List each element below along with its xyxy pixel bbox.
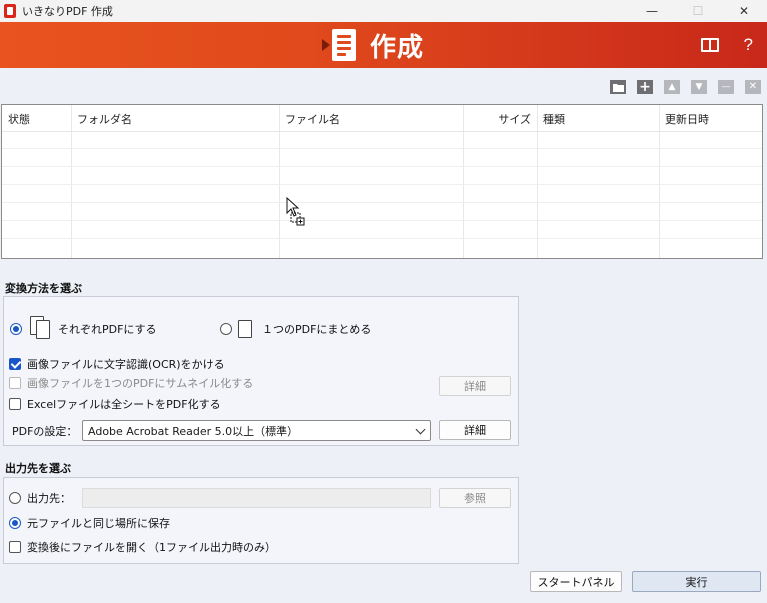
radio-same-location[interactable]: 元ファイルと同じ場所に保存	[9, 514, 170, 532]
header-banner: 作成 ?	[0, 22, 767, 68]
minimize-button[interactable]: —	[629, 0, 675, 22]
page-title: 作成	[370, 32, 425, 63]
column-type[interactable]: 種類	[537, 105, 659, 132]
maximize-button[interactable]: ☐	[675, 0, 721, 22]
execute-button[interactable]: 実行	[632, 571, 761, 592]
radio-each-pdf-label: それぞれPDFにする	[58, 323, 157, 336]
thumbnail-checkbox[interactable]	[9, 377, 21, 389]
radio-same-location-button[interactable]	[9, 517, 21, 529]
folder-icon[interactable]	[610, 80, 626, 94]
arrow-icon	[322, 39, 330, 51]
radio-output-dest-label: 出力先：	[27, 492, 71, 505]
move-down-icon[interactable]: ▼	[691, 80, 707, 94]
column-folder[interactable]: フォルダ名	[71, 105, 279, 132]
file-list[interactable]: 状態 フォルダ名 ファイル名 サイズ 種類 更新日時	[1, 104, 763, 259]
ocr-option[interactable]: 画像ファイルに文字認識(OCR)をかける	[9, 356, 225, 372]
pdf-settings-detail-button[interactable]: 詳細	[439, 420, 511, 440]
radio-combine-pdf-button[interactable]	[220, 323, 232, 335]
open-after-label: 変換後にファイルを開く（1ファイル出力時のみ）	[27, 541, 276, 554]
column-modified[interactable]: 更新日時	[659, 105, 762, 132]
excel-label: Excelファイルは全シートをPDF化する	[27, 398, 221, 411]
remove-icon[interactable]: —	[718, 80, 734, 94]
title-bar: いきなりPDF 作成 — ☐ ✕	[0, 0, 767, 22]
app-icon	[4, 4, 16, 18]
file-list-header: 状態 フォルダ名 ファイル名 サイズ 種類 更新日時	[2, 105, 762, 132]
open-after-checkbox[interactable]	[9, 541, 21, 553]
column-size[interactable]: サイズ	[463, 105, 537, 132]
start-panel-button[interactable]: スタートパネル	[530, 571, 622, 592]
column-status[interactable]: 状態	[2, 105, 71, 132]
chevron-down-icon	[415, 424, 426, 435]
open-after-option[interactable]: 変換後にファイルを開く（1ファイル出力時のみ）	[9, 539, 276, 555]
thumbnail-detail-button[interactable]: 詳細	[439, 376, 511, 396]
book-icon[interactable]	[701, 38, 719, 52]
output-dest-input[interactable]	[82, 488, 431, 508]
close-button[interactable]: ✕	[721, 0, 767, 22]
radio-each-pdf-button[interactable]	[10, 323, 22, 335]
column-filename[interactable]: ファイル名	[279, 105, 463, 132]
ocr-label: 画像ファイルに文字認識(OCR)をかける	[27, 358, 225, 371]
radio-same-location-label: 元ファイルと同じ場所に保存	[27, 517, 170, 530]
window-title: いきなりPDF 作成	[22, 5, 113, 18]
excel-checkbox[interactable]	[9, 398, 21, 410]
drag-cursor-icon	[286, 196, 306, 230]
radio-combine-pdf-label: １つのPDFにまとめる	[262, 323, 372, 336]
thumbnail-option[interactable]: 画像ファイルを1つのPDFにサムネイル化する	[9, 375, 253, 391]
radio-output-dest[interactable]: 出力先：	[9, 489, 71, 507]
output-section-title: 出力先を選ぶ	[5, 462, 71, 475]
ocr-checkbox[interactable]	[9, 358, 21, 370]
help-icon[interactable]: ?	[744, 35, 753, 55]
browse-button[interactable]: 参照	[439, 488, 511, 508]
multiple-pages-icon	[28, 316, 54, 342]
conversion-section-title: 変換方法を選ぶ	[5, 282, 82, 295]
single-page-icon	[238, 320, 252, 338]
clear-icon[interactable]: ✕	[745, 80, 761, 94]
move-up-icon[interactable]: ▲	[664, 80, 680, 94]
radio-each-pdf[interactable]: それぞれPDFにする	[10, 314, 157, 344]
radio-output-dest-button[interactable]	[9, 492, 21, 504]
radio-combine-pdf[interactable]: １つのPDFにまとめる	[220, 318, 371, 340]
header-center: 作成	[322, 28, 425, 63]
pdf-settings-value: Adobe Acrobat Reader 5.0以上（標準）	[88, 424, 299, 438]
document-icon	[332, 29, 356, 61]
excel-option[interactable]: Excelファイルは全シートをPDF化する	[9, 396, 221, 412]
pdf-settings-select[interactable]: Adobe Acrobat Reader 5.0以上（標準）	[82, 420, 431, 441]
list-toolbar: + ▲ ▼ — ✕	[610, 80, 761, 94]
window-controls: — ☐ ✕	[629, 0, 767, 22]
pdf-settings-label: PDFの設定：	[12, 425, 78, 438]
thumbnail-label: 画像ファイルを1つのPDFにサムネイル化する	[27, 377, 254, 390]
add-icon[interactable]: +	[637, 80, 653, 94]
